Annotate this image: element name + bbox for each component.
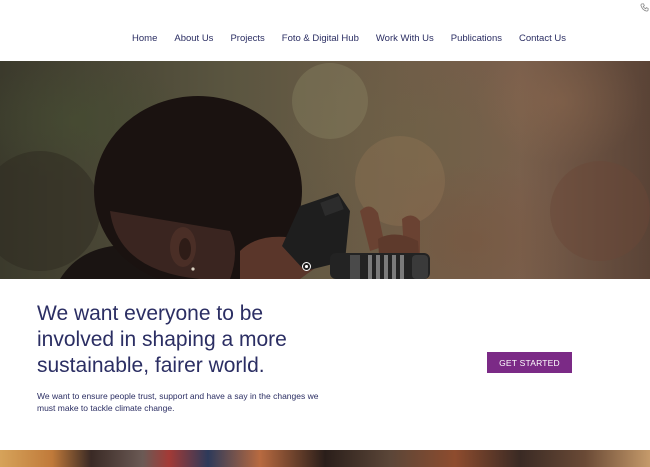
intro-section: We want everyone to be involved in shapi…	[0, 279, 650, 450]
intro-text: We want to ensure people trust, support …	[37, 391, 319, 413]
nav-item-about-us[interactable]: About Us	[174, 33, 213, 45]
slider-dot-active[interactable]	[302, 262, 311, 271]
hero-slider	[0, 61, 650, 279]
hero-image	[0, 63, 650, 279]
get-started-button[interactable]: GET STARTED	[487, 352, 572, 373]
nav-item-work-with-us[interactable]: Work With Us	[376, 33, 434, 45]
nav-item-projects[interactable]: Projects	[230, 33, 264, 45]
nav-item-publications[interactable]: Publications	[451, 33, 502, 45]
next-section-image	[0, 450, 650, 467]
nav-item-home[interactable]: Home	[132, 33, 157, 45]
site-header: Home About Us Projects Foto & Digital Hu…	[0, 0, 650, 61]
page: Home About Us Projects Foto & Digital Hu…	[0, 0, 650, 467]
headline: We want everyone to be involved in shapi…	[37, 302, 287, 377]
nav-item-foto-digital-hub[interactable]: Foto & Digital Hub	[282, 33, 359, 45]
nav-item-contact-us[interactable]: Contact Us	[519, 33, 566, 45]
main-navigation: Home About Us Projects Foto & Digital Hu…	[0, 33, 650, 45]
phone-icon[interactable]	[640, 3, 649, 12]
